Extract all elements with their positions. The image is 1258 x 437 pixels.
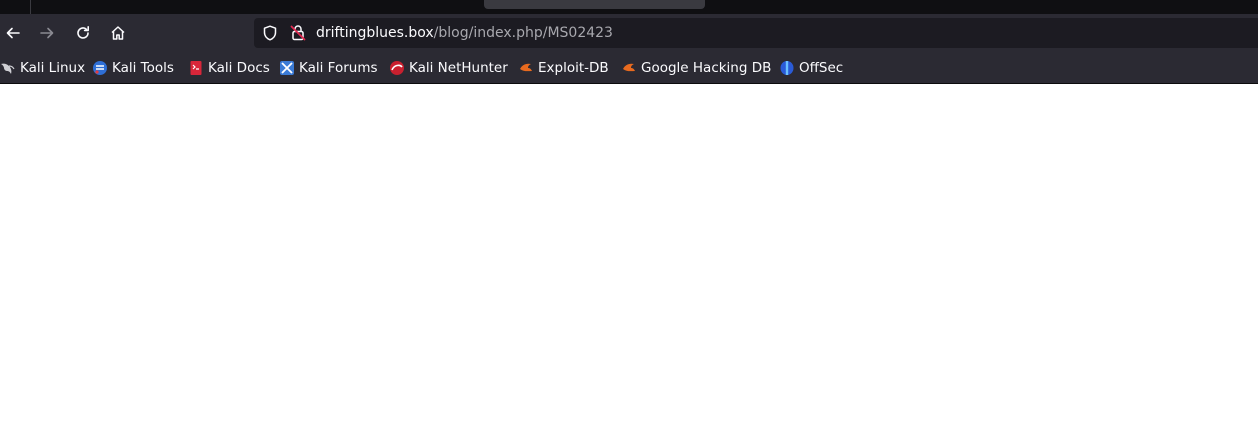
kali-nethunter-icon	[390, 61, 404, 75]
back-arrow-icon	[6, 27, 20, 39]
bookmark-offsec[interactable]: OffSec	[779, 59, 843, 77]
bookmark-label: Kali NetHunter	[409, 60, 508, 76]
bookmark-label: Kali Linux	[20, 60, 86, 76]
navigation-toolbar: driftingblues.box/blog/index.php/MS02423	[0, 14, 1258, 52]
bookmark-label: Kali Docs	[208, 60, 270, 76]
back-button[interactable]	[0, 21, 26, 45]
tab-divider	[30, 0, 31, 14]
bookmark-label: Exploit-DB	[538, 60, 609, 76]
forward-arrow-icon	[40, 27, 54, 39]
insecure-lock-icon[interactable]	[290, 24, 306, 41]
bookmarks-toolbar: Kali Linux Kali Tools Kali Docs Kali For…	[0, 52, 1258, 84]
tracking-protection-shield-icon[interactable]	[262, 25, 278, 41]
reload-button[interactable]	[70, 21, 96, 45]
home-button[interactable]	[105, 21, 131, 45]
kali-docs-icon	[190, 61, 202, 75]
bookmark-label: OffSec	[799, 60, 844, 76]
reload-icon	[77, 26, 89, 39]
url-host: driftingblues.box	[316, 25, 434, 41]
bookmark-kali-tools[interactable]: Kali Tools	[92, 59, 174, 77]
page-content	[0, 85, 1258, 437]
bookmark-kali-nethunter[interactable]: Kali NetHunter	[389, 59, 508, 77]
bookmark-label: Kali Tools	[112, 60, 174, 76]
url-text[interactable]: driftingblues.box/blog/index.php/MS02423	[316, 24, 613, 42]
kali-dragon-icon	[1, 63, 15, 74]
bookmark-kali-forums[interactable]: Kali Forums	[279, 59, 378, 77]
bookmark-kali-docs[interactable]: Kali Docs	[188, 59, 270, 77]
bookmark-google-hacking-db[interactable]: Google Hacking DB	[621, 59, 771, 77]
active-tab[interactable]	[484, 0, 705, 9]
exploit-db-icon	[520, 63, 532, 72]
exploit-db-icon	[623, 63, 635, 72]
url-path: /blog/index.php/MS02423	[433, 25, 613, 41]
bookmark-exploit-db[interactable]: Exploit-DB	[518, 59, 609, 77]
forward-button[interactable]	[34, 21, 60, 45]
home-icon	[111, 26, 125, 40]
kali-forums-icon	[280, 61, 294, 75]
kali-tools-icon	[93, 61, 107, 75]
bookmark-kali-linux[interactable]: Kali Linux	[0, 59, 85, 77]
offsec-icon	[780, 61, 794, 75]
bookmark-label: Google Hacking DB	[641, 60, 772, 76]
tab-strip	[0, 0, 1258, 14]
bookmark-label: Kali Forums	[299, 60, 378, 76]
address-bar[interactable]: driftingblues.box/blog/index.php/MS02423	[254, 18, 1258, 48]
